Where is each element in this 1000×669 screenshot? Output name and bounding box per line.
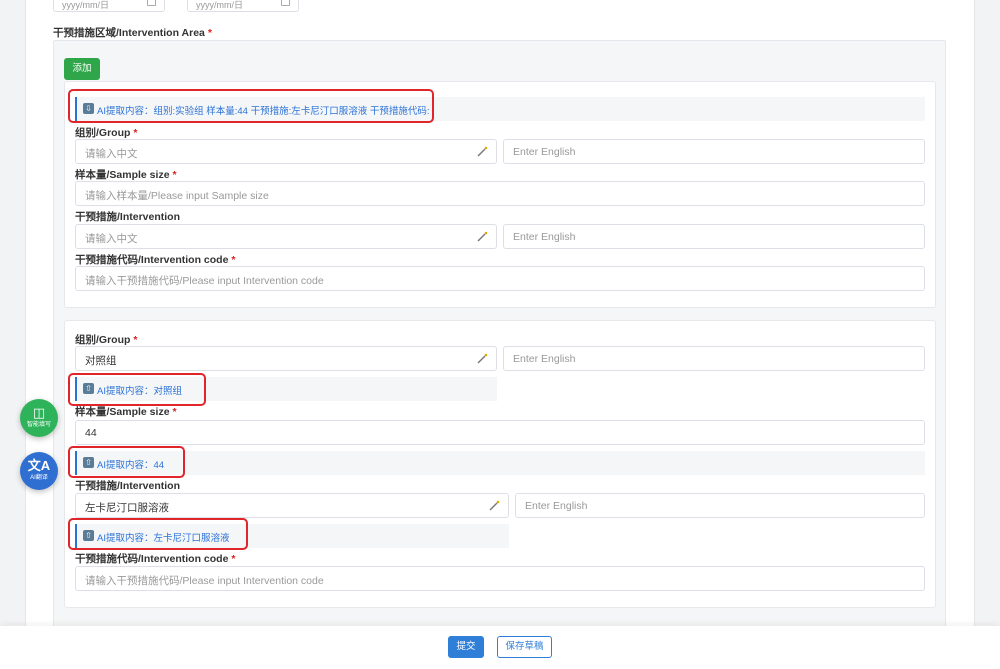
group-en-input[interactable]: Enter English [503, 346, 925, 371]
required-mark: * [231, 553, 236, 565]
translate-icon: 文A [27, 458, 51, 473]
intervention-en-input[interactable]: Enter English [515, 493, 925, 518]
ai-translate-label: AI翻译 [30, 475, 48, 481]
intervention-cn-input[interactable]: 请输入中文 [75, 224, 497, 249]
submit-button[interactable]: 提交 [448, 636, 484, 658]
ai-translate-button[interactable]: 文A AI翻译 [20, 452, 58, 490]
highlight-frame [68, 89, 434, 123]
group-cn-input[interactable]: 请输入中文 [75, 139, 497, 164]
smart-fill-button[interactable]: ◫ 智能填写 [20, 399, 58, 437]
smart-fill-label: 智能填写 [26, 422, 51, 428]
end-date-placeholder: yyyy/mm/日 [196, 0, 243, 10]
group-label: 组别/Group * [75, 125, 137, 140]
intervention-code-input[interactable]: 请输入干预措施代码/Please input Intervention code [75, 566, 925, 591]
intervention-cn-input[interactable]: 左卡尼汀口服溶液 [75, 493, 509, 518]
group-cn-input[interactable]: 对照组 [75, 346, 497, 371]
start-date-input[interactable]: yyyy/mm/日 [53, 0, 165, 12]
intervention-en-placeholder: Enter English [525, 500, 588, 512]
required-mark: * [172, 406, 177, 418]
magic-wand-icon[interactable] [476, 231, 488, 243]
sample-size-label: 样本量/Sample size * [75, 404, 177, 419]
required-mark: * [133, 127, 138, 139]
group-cn-placeholder: 请输入中文 [85, 148, 138, 160]
intervention-area-label: 干预措施区域/Intervention Area * [53, 25, 212, 40]
intervention-label: 干预措施/Intervention [75, 478, 180, 493]
magic-wand-icon[interactable] [488, 500, 500, 512]
intervention-label: 干预措施/Intervention [75, 209, 180, 224]
intervention-code-label: 干预措施代码/Intervention code * [75, 252, 235, 267]
sample-size-label-text: 样本量/Sample size [75, 406, 170, 418]
intervention-label-text: 干预措施/Intervention [75, 480, 181, 492]
intervention-label-text: 干预措施/Intervention [75, 211, 181, 223]
sample-size-placeholder: 请输入样本量/Please input Sample size [85, 190, 269, 202]
ai-extract-box-sample: ⇧ AI提取内容：44 [75, 451, 925, 475]
required-mark: * [231, 254, 236, 266]
sample-size-input[interactable]: 请输入样本量/Please input Sample size [75, 181, 925, 206]
required-mark: * [207, 27, 212, 39]
footer-bar: 提交 保存草稿 [0, 626, 1000, 669]
smart-fill-icon: ◫ [32, 405, 46, 420]
page: yyyy/mm/日 yyyy/mm/日 干预措施区域/Intervention … [0, 0, 1000, 669]
intervention-code-input[interactable]: 请输入干预措施代码/Please input Intervention code [75, 266, 925, 291]
magic-wand-icon[interactable] [476, 353, 488, 365]
group-label: 组别/Group * [75, 332, 137, 347]
sample-size-label-text: 样本量/Sample size [75, 169, 170, 181]
intervention-area-label-text: 干预措施区域/Intervention Area [53, 27, 205, 39]
sample-size-label: 样本量/Sample size * [75, 167, 177, 182]
group-cn-value: 对照组 [85, 355, 117, 367]
group-en-input[interactable]: Enter English [503, 139, 925, 164]
magic-wand-icon[interactable] [476, 146, 488, 158]
highlight-frame [68, 373, 206, 406]
intervention-code-label: 干预措施代码/Intervention code * [75, 551, 235, 566]
group-label-text: 组别/Group [75, 334, 131, 346]
sample-size-input[interactable]: 44 [75, 420, 925, 445]
group-en-placeholder: Enter English [513, 353, 576, 365]
intervention-cn-value: 左卡尼汀口服溶液 [85, 502, 169, 514]
intervention-en-input[interactable]: Enter English [503, 224, 925, 249]
calendar-icon [147, 0, 156, 6]
intervention-code-placeholder: 请输入干预措施代码/Please input Intervention code [85, 575, 324, 587]
add-button[interactable]: 添加 [64, 58, 100, 80]
highlight-frame [68, 446, 185, 478]
intervention-code-label-text: 干预措施代码/Intervention code [75, 254, 229, 266]
intervention-cn-placeholder: 请输入中文 [85, 233, 138, 245]
highlight-frame [68, 518, 248, 550]
calendar-icon [281, 0, 290, 6]
group-en-placeholder: Enter English [513, 146, 576, 158]
intervention-code-label-text: 干预措施代码/Intervention code [75, 553, 229, 565]
intervention-code-placeholder: 请输入干预措施代码/Please input Intervention code [85, 275, 324, 287]
end-date-input[interactable]: yyyy/mm/日 [187, 0, 299, 12]
required-mark: * [172, 169, 177, 181]
save-draft-button[interactable]: 保存草稿 [497, 636, 552, 658]
group-label-text: 组别/Group [75, 127, 131, 139]
start-date-placeholder: yyyy/mm/日 [62, 0, 109, 10]
intervention-en-placeholder: Enter English [513, 231, 576, 243]
required-mark: * [133, 334, 138, 346]
sample-size-value: 44 [85, 427, 97, 439]
